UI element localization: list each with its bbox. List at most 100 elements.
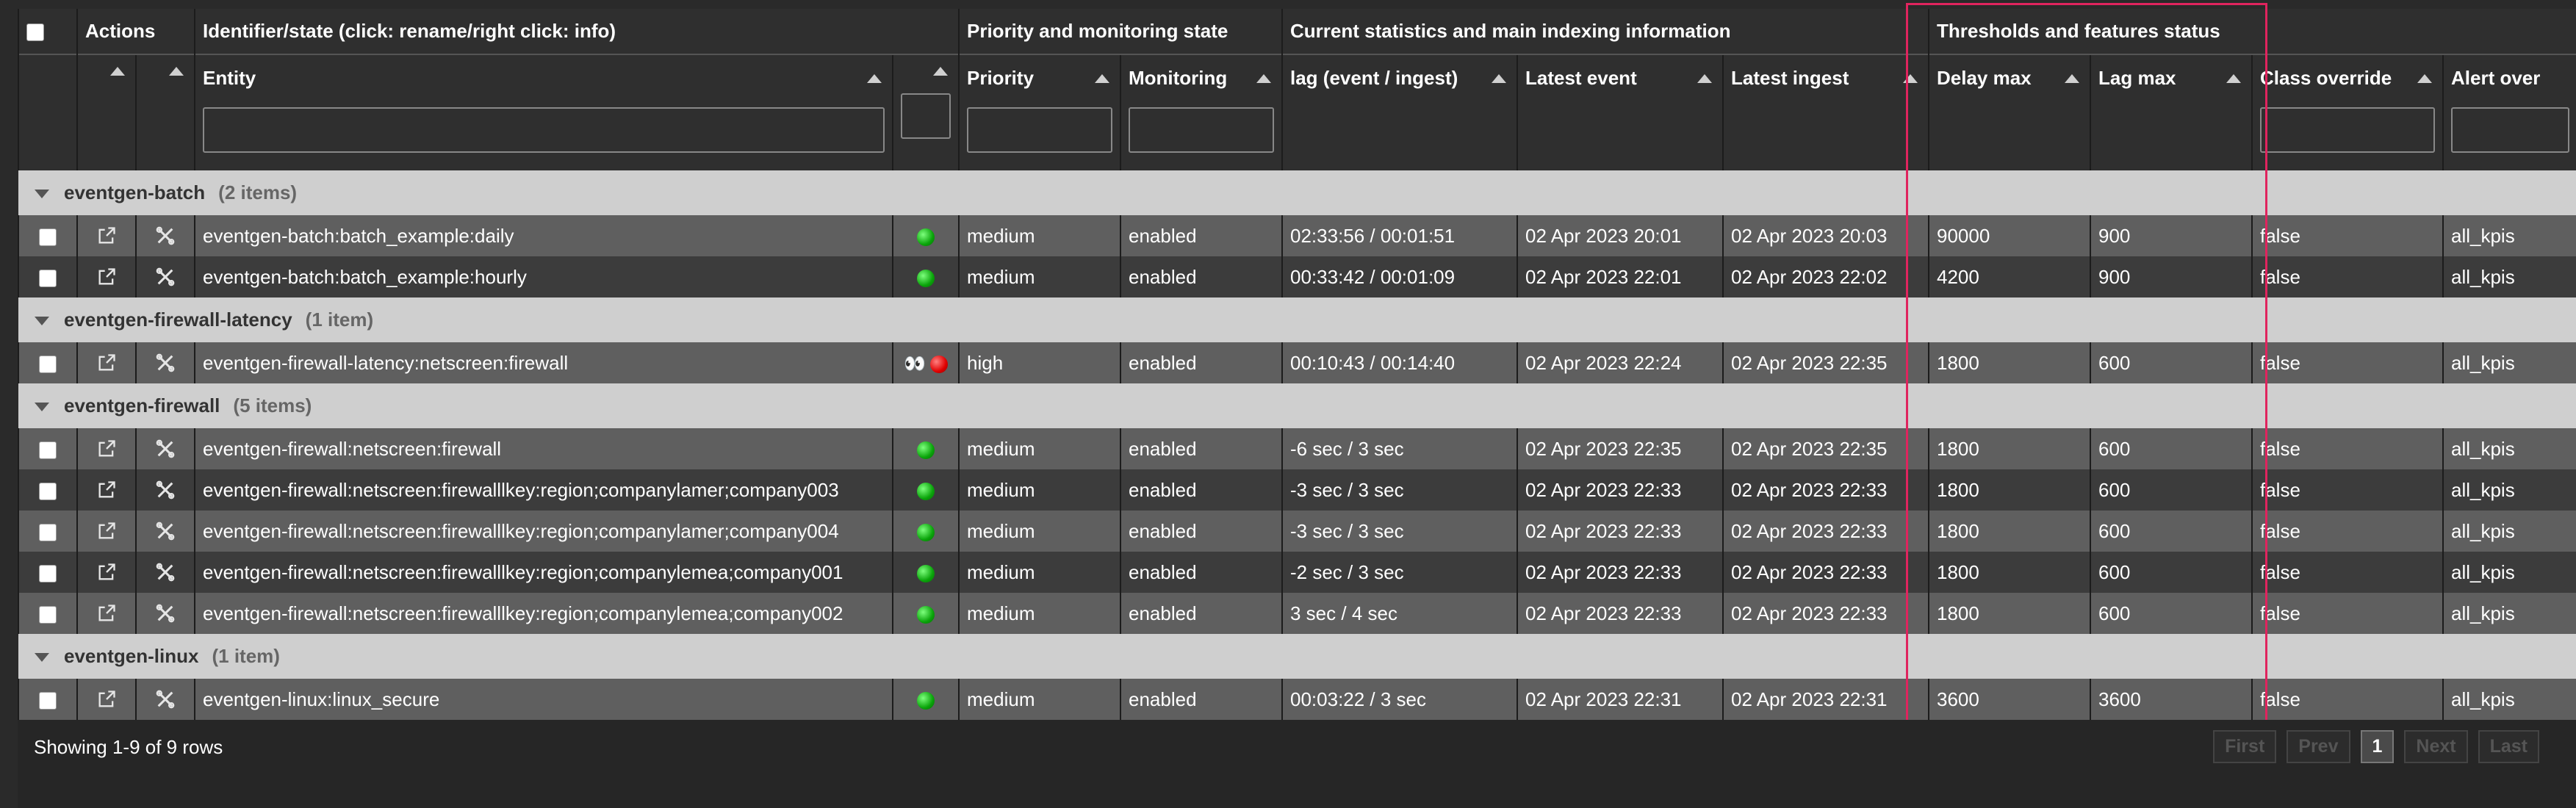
col-entity[interactable]: Entity: [194, 54, 893, 170]
sort-asc-icon[interactable]: [933, 67, 948, 76]
col-alert-over[interactable]: Alert over: [2442, 54, 2576, 170]
alert-over-filter-input[interactable]: [2451, 107, 2570, 153]
sort-asc-icon[interactable]: [1095, 73, 1109, 83]
tools-icon[interactable]: [154, 480, 176, 502]
tools-icon[interactable]: [154, 267, 176, 289]
group-row[interactable]: eventgen-batch (2 items): [18, 170, 2576, 215]
class-override-filter-input[interactable]: [2260, 107, 2435, 153]
entity-cell[interactable]: eventgen-firewall:netscreen:firewall: [194, 428, 893, 469]
caret-down-icon[interactable]: [35, 190, 49, 199]
table-row[interactable]: eventgen-firewall:netscreen:firewalllkey…: [18, 593, 2576, 634]
state-filter-input[interactable]: [901, 93, 951, 139]
sort-asc-icon[interactable]: [1492, 73, 1506, 83]
row-checkbox[interactable]: [39, 605, 57, 624]
tools-icon[interactable]: [154, 689, 176, 711]
state-cell: [892, 469, 959, 511]
external-link-icon[interactable]: [96, 353, 118, 375]
external-link-icon[interactable]: [96, 562, 118, 584]
state-cell: 👀: [892, 342, 959, 383]
entity-cell[interactable]: eventgen-firewall:netscreen:firewalllkey…: [194, 593, 893, 634]
entity-cell[interactable]: eventgen-firewall:netscreen:firewalllkey…: [194, 511, 893, 552]
table-row[interactable]: eventgen-firewall-latency:netscreen:fire…: [18, 342, 2576, 383]
tools-icon[interactable]: [154, 439, 176, 461]
col-latest-event[interactable]: Latest event: [1517, 54, 1723, 170]
priority-cell: medium: [958, 469, 1120, 511]
row-checkbox[interactable]: [39, 441, 57, 459]
sort-asc-icon[interactable]: [1903, 73, 1918, 83]
group-row[interactable]: eventgen-firewall (5 items): [18, 383, 2576, 428]
table-row[interactable]: eventgen-batch:batch_example:daily medium…: [18, 215, 2576, 256]
external-link-icon[interactable]: [96, 689, 118, 711]
row-checkbox[interactable]: [39, 691, 57, 710]
entity-cell[interactable]: eventgen-firewall-latency:netscreen:fire…: [194, 342, 893, 383]
col-action-tools[interactable]: [135, 54, 195, 170]
table-row[interactable]: eventgen-linux:linux_secure medium enabled…: [18, 679, 2576, 720]
row-checkbox[interactable]: [39, 269, 57, 287]
entity-cell[interactable]: eventgen-batch:batch_example:hourly: [194, 256, 893, 297]
col-monitoring[interactable]: Monitoring: [1120, 54, 1282, 170]
pager-page-1-button[interactable]: 1: [2360, 730, 2395, 763]
external-link-icon[interactable]: [96, 603, 118, 625]
external-link-icon[interactable]: [96, 267, 118, 289]
group-header[interactable]: eventgen-batch (2 items): [18, 170, 2576, 215]
entity-cell[interactable]: eventgen-linux:linux_secure: [194, 679, 893, 720]
table-row[interactable]: eventgen-batch:batch_example:hourly mediu…: [18, 256, 2576, 297]
external-link-icon[interactable]: [96, 226, 118, 248]
pager-first-button[interactable]: First: [2213, 730, 2277, 763]
table-row[interactable]: eventgen-firewall:netscreen:firewalllkey…: [18, 469, 2576, 511]
select-all-checkbox[interactable]: [26, 24, 44, 42]
row-checkbox[interactable]: [39, 564, 57, 582]
tools-icon[interactable]: [154, 353, 176, 375]
group-name: eventgen-firewall: [64, 394, 220, 416]
sort-asc-icon[interactable]: [2417, 73, 2432, 83]
external-link-icon[interactable]: [96, 480, 118, 502]
col-action-open[interactable]: [76, 54, 136, 170]
row-checkbox[interactable]: [39, 228, 57, 246]
col-priority[interactable]: Priority: [958, 54, 1120, 170]
sort-asc-icon[interactable]: [867, 73, 882, 83]
sort-asc-icon[interactable]: [2065, 73, 2079, 83]
tools-icon[interactable]: [154, 603, 176, 625]
entity-cell[interactable]: eventgen-firewall:netscreen:firewalllkey…: [194, 469, 893, 511]
table-row[interactable]: eventgen-firewall:netscreen:firewalllkey…: [18, 511, 2576, 552]
col-latest-ingest[interactable]: Latest ingest: [1722, 54, 1929, 170]
pager-next-button[interactable]: Next: [2404, 730, 2468, 763]
col-delay-max[interactable]: Delay max: [1928, 54, 2090, 170]
tools-icon[interactable]: [154, 226, 176, 248]
sort-asc-icon[interactable]: [1697, 73, 1712, 83]
bottom-strip: [18, 776, 2576, 808]
caret-down-icon[interactable]: [35, 317, 49, 326]
pager-last-button[interactable]: Last: [2478, 730, 2539, 763]
entity-cell[interactable]: eventgen-firewall:netscreen:firewalllkey…: [194, 552, 893, 593]
row-checkbox[interactable]: [39, 482, 57, 500]
tools-icon[interactable]: [154, 562, 176, 584]
monitoring-filter-input[interactable]: [1129, 107, 1274, 153]
col-lag[interactable]: lag (event / ingest): [1281, 54, 1517, 170]
sort-asc-icon[interactable]: [2226, 73, 2241, 83]
sort-asc-icon[interactable]: [1256, 73, 1271, 83]
group-row[interactable]: eventgen-firewall-latency (1 item): [18, 297, 2576, 342]
group-header[interactable]: eventgen-linux (1 item): [18, 634, 2576, 679]
caret-down-icon[interactable]: [35, 403, 49, 412]
col-class-override[interactable]: Class override: [2251, 54, 2443, 170]
sort-asc-icon[interactable]: [169, 67, 184, 76]
col-lag-max[interactable]: Lag max: [2090, 54, 2252, 170]
row-checkbox[interactable]: [39, 523, 57, 541]
caret-down-icon[interactable]: [35, 653, 49, 663]
group-header[interactable]: eventgen-firewall (5 items): [18, 383, 2576, 428]
external-link-icon[interactable]: [96, 521, 118, 543]
sort-asc-icon[interactable]: [110, 67, 125, 76]
table-row[interactable]: eventgen-firewall:netscreen:firewalllkey…: [18, 552, 2576, 593]
external-link-icon[interactable]: [96, 439, 118, 461]
entity-filter-input[interactable]: [203, 107, 885, 153]
alert-over-cell: all_kpis: [2442, 511, 2576, 552]
col-state[interactable]: [892, 54, 959, 170]
row-checkbox[interactable]: [39, 355, 57, 373]
group-row[interactable]: eventgen-linux (1 item): [18, 634, 2576, 679]
pager-prev-button[interactable]: Prev: [2287, 730, 2350, 763]
group-header[interactable]: eventgen-firewall-latency (1 item): [18, 297, 2576, 342]
priority-filter-input[interactable]: [967, 107, 1112, 153]
tools-icon[interactable]: [154, 521, 176, 543]
table-row[interactable]: eventgen-firewall:netscreen:firewall medi…: [18, 428, 2576, 469]
entity-cell[interactable]: eventgen-batch:batch_example:daily: [194, 215, 893, 256]
